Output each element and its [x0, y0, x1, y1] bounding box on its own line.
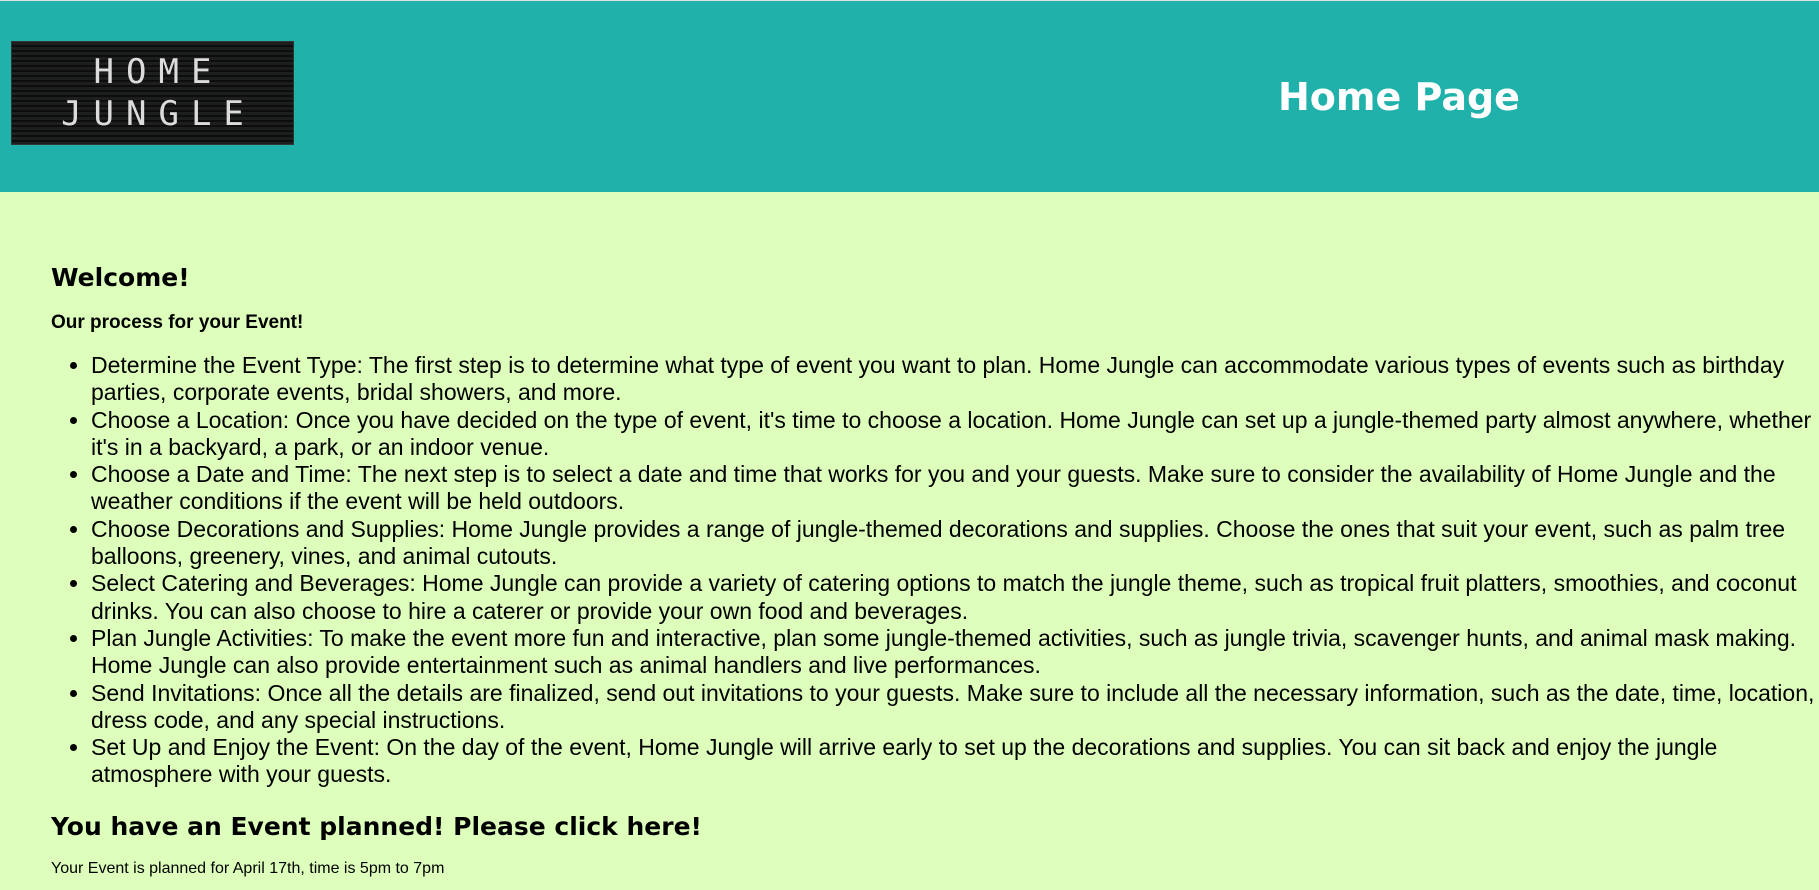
logo-line-2: JUNGLE: [61, 94, 256, 134]
list-item: Choose a Date and Time: The next step is…: [91, 461, 1819, 516]
list-item: Choose a Location: Once you have decided…: [91, 407, 1819, 462]
process-heading: Our process for your Event!: [51, 312, 304, 333]
list-item: Plan Jungle Activities: To make the even…: [91, 625, 1819, 680]
process-steps-list: Determine the Event Type: The first step…: [51, 352, 1819, 789]
welcome-heading: Welcome!: [51, 263, 190, 292]
page-title: Home Page: [1278, 75, 1520, 119]
site-header: HOME JUNGLE Home Page: [0, 0, 1819, 192]
event-planned-details: Your Event is planned for April 17th, ti…: [51, 860, 445, 877]
list-item: Choose Decorations and Supplies: Home Ju…: [91, 516, 1819, 571]
list-item: Send Invitations: Once all the details a…: [91, 680, 1819, 735]
list-item: Select Catering and Beverages: Home Jung…: [91, 570, 1819, 625]
list-item: Set Up and Enjoy the Event: On the day o…: [91, 734, 1819, 789]
logo-line-1: HOME: [93, 52, 224, 92]
list-item: Determine the Event Type: The first step…: [91, 352, 1819, 407]
home-jungle-logo: HOME JUNGLE: [11, 41, 294, 145]
event-planned-link[interactable]: You have an Event planned! Please click …: [51, 811, 702, 843]
